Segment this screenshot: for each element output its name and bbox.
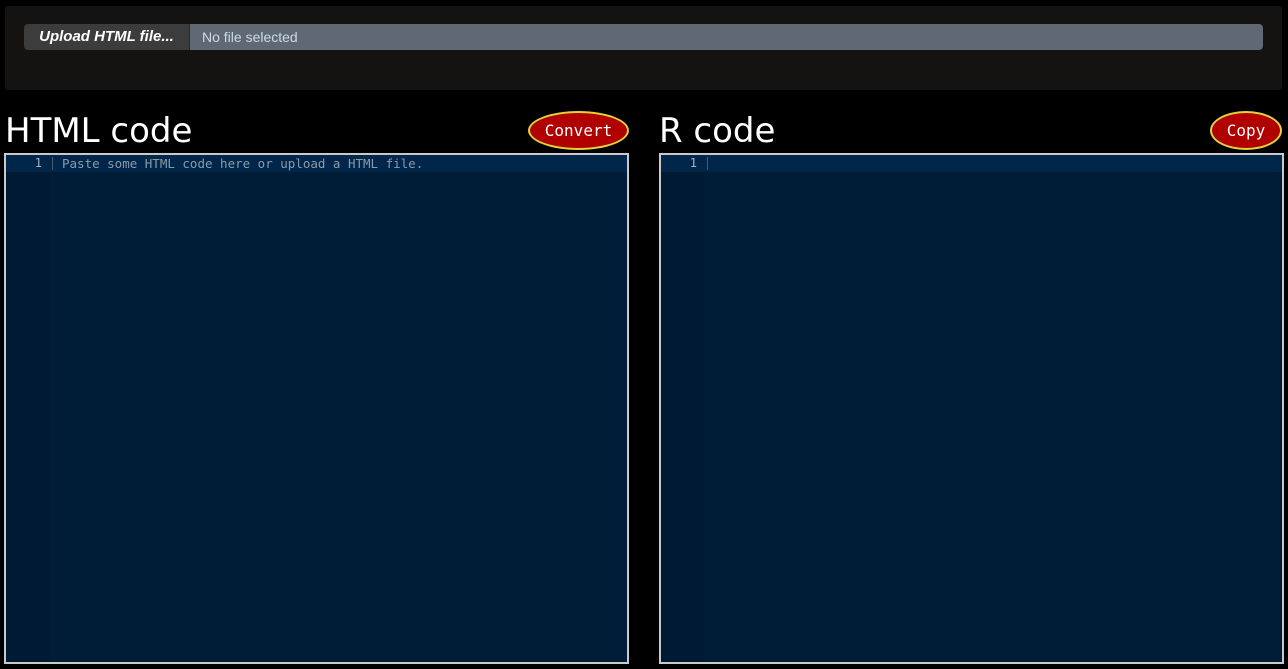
- html-code-title: HTML code: [5, 111, 193, 151]
- r-editor-active-line: [661, 155, 1282, 172]
- file-upload-control[interactable]: Upload HTML file... No file selected: [24, 24, 1263, 50]
- html-editor-line-number: 1: [34, 156, 42, 170]
- html-editor-gutter: [6, 155, 49, 662]
- html-editor-gutter-separator: [52, 157, 53, 170]
- html-code-editor[interactable]: 1 Paste some HTML code here or upload a …: [4, 153, 629, 664]
- upload-bar: Upload HTML file... No file selected: [5, 6, 1282, 90]
- html-editor-placeholder: Paste some HTML code here or upload a HT…: [62, 156, 424, 171]
- r-editor-gutter: [661, 155, 704, 662]
- file-name-display[interactable]: No file selected: [190, 24, 1263, 50]
- convert-button[interactable]: Convert: [528, 111, 629, 150]
- r-code-editor[interactable]: 1: [659, 153, 1284, 664]
- copy-button[interactable]: Copy: [1210, 111, 1282, 150]
- r-editor-gutter-separator: [707, 157, 708, 170]
- r-code-title: R code: [659, 111, 776, 151]
- r-editor-line-number: 1: [689, 156, 697, 170]
- upload-html-button[interactable]: Upload HTML file...: [24, 24, 190, 50]
